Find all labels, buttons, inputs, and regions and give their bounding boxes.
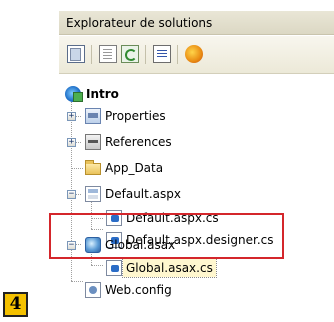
expand-icon[interactable]: + [67, 138, 76, 147]
expand-icon[interactable]: + [67, 112, 76, 121]
tree-node-global-asax-cs[interactable]: Global.asax.cs [59, 258, 259, 278]
project-icon [65, 86, 83, 102]
refresh-icon[interactable] [121, 45, 139, 63]
tree-node-label: App_Data [105, 161, 164, 175]
step-badge: 4 [3, 292, 28, 317]
properties-icon[interactable] [67, 45, 85, 63]
selected-tree-node-label: Global.asax.cs [122, 258, 217, 278]
config-file-icon [85, 282, 101, 298]
properties-folder-icon [85, 108, 101, 124]
tree-node-properties[interactable]: + Properties [59, 107, 259, 125]
references-icon [85, 134, 101, 150]
view-designer-icon[interactable] [185, 45, 203, 63]
tree-node-default-aspx[interactable]: − Default.aspx [59, 185, 259, 203]
toolbar-separator [91, 45, 92, 64]
panel-title: Explorateur de solutions [59, 11, 334, 35]
aspx-file-icon [85, 186, 101, 202]
screenshot: Explorateur de solutions Intro + Propert… [0, 0, 334, 322]
highlight-box [49, 213, 284, 259]
collapse-icon[interactable]: − [67, 190, 76, 199]
tree-node-label: References [105, 135, 172, 149]
tree-node-references[interactable]: + References [59, 133, 259, 151]
folder-icon [85, 160, 101, 175]
toolbar-separator [177, 45, 178, 64]
toolbar-separator [145, 45, 146, 64]
project-label: Intro [86, 87, 119, 101]
tree-node-app-data[interactable]: App_Data [59, 159, 259, 177]
show-all-files-icon[interactable] [99, 45, 117, 63]
tree-node-web-config[interactable]: Web.config [59, 281, 259, 299]
tree-node-label: Web.config [105, 283, 172, 297]
tree-node-label: Properties [105, 109, 166, 123]
tree-node-project[interactable]: Intro [59, 85, 259, 103]
view-code-icon[interactable] [153, 45, 171, 63]
tree-node-label: Default.aspx [105, 187, 181, 201]
solution-explorer-toolbar [59, 36, 334, 74]
cs-file-icon [106, 260, 122, 276]
